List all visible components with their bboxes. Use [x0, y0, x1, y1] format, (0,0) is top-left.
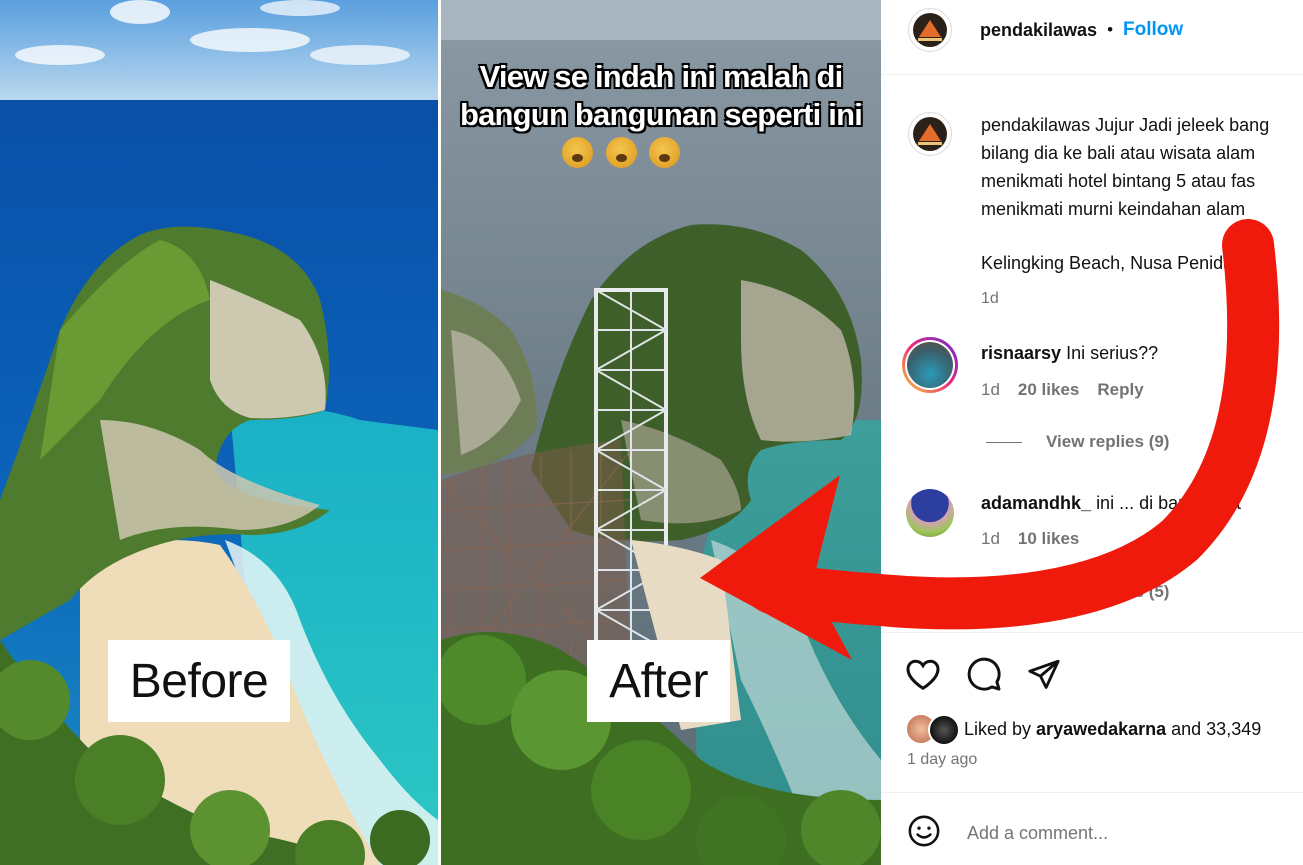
comment-text: Ini serius?? — [1066, 343, 1159, 363]
overlay-caption: View se indah ini malah di bangun bangun… — [441, 58, 881, 134]
caption-location: Kelingking Beach, Nusa Penida, Bali — [981, 253, 1274, 273]
comment-username[interactable]: risnaarsy — [981, 343, 1061, 363]
crying-face-icon — [562, 137, 594, 168]
liked-by-user[interactable]: aryawedakarna — [1036, 719, 1166, 740]
post-header: pendakilawas • Follow — [908, 8, 1183, 52]
after-label: After — [587, 640, 730, 722]
overlay-line-2: bangun bangunan seperti ini — [459, 97, 863, 132]
before-label: Before — [108, 640, 290, 722]
post-media[interactable]: Before View se indah ini malah di bangun… — [0, 0, 881, 865]
view-replies-2[interactable]: View replies (5) — [1046, 582, 1169, 602]
mountain-logo-icon — [913, 117, 947, 151]
header-divider — [881, 74, 1303, 75]
crying-face-icon — [605, 137, 637, 168]
comment-1: risnaarsy Ini serius?? — [981, 343, 1158, 364]
caption-time: 1d — [981, 290, 999, 307]
caption-line: Jujur Jadi jeleek bang — [1095, 115, 1270, 135]
crying-face-icon — [648, 137, 680, 168]
view-replies-label[interactable]: View replies (5) — [1046, 582, 1169, 601]
footer-divider — [881, 792, 1303, 793]
comment-1-meta: 1d 20 likes Reply — [981, 380, 1144, 400]
caption-username[interactable]: pendakilawas — [981, 115, 1090, 135]
liked-by-suffix[interactable]: and 33,349 — [1171, 719, 1261, 740]
comment-2: adamandhk_ ini ... di bangun lift — [981, 493, 1241, 514]
view-replies-label[interactable]: View replies (9) — [1046, 432, 1169, 452]
comment-2-meta: 1d 10 likes — [981, 529, 1079, 549]
comments-divider — [881, 632, 1303, 633]
caption-block: pendakilawas Jujur Jadi jeleek bang bila… — [981, 111, 1303, 313]
header-username[interactable]: pendakilawas — [980, 20, 1097, 41]
comment-likes[interactable]: 20 likes — [1018, 380, 1079, 400]
view-replies-1[interactable]: View replies (9) — [986, 432, 1169, 452]
liker-avatar[interactable] — [928, 714, 960, 746]
commenter-avatar[interactable] — [902, 337, 958, 393]
commenter-avatar[interactable] — [906, 489, 954, 537]
follow-button[interactable]: Follow — [1123, 19, 1183, 41]
liked-by-prefix: Liked by — [964, 718, 1032, 739]
before-photo: Before — [0, 0, 438, 865]
like-icon[interactable] — [903, 654, 943, 694]
caption-line: menikmati murni keindahan alam — [981, 199, 1246, 219]
author-avatar[interactable] — [908, 8, 952, 52]
mountain-logo-icon — [913, 13, 947, 47]
liked-by-row: Liked by aryawedakarna and 33,349 — [906, 714, 1261, 746]
separator-dot: • — [1107, 20, 1114, 39]
comment-time: 1d — [981, 529, 1000, 548]
emoji-icon[interactable] — [905, 812, 943, 850]
comment-likes[interactable]: 10 likes — [1018, 529, 1079, 549]
comment-text: ini ... di bangun lift — [1096, 493, 1242, 513]
reply-button[interactable]: Reply — [1097, 380, 1143, 400]
comment-username[interactable]: adamandhk_ — [981, 493, 1091, 513]
share-icon[interactable] — [1024, 654, 1064, 694]
caption-line: menikmati hotel bintang 5 atau fas — [981, 171, 1256, 191]
emoji-row — [441, 137, 801, 176]
caption-avatar[interactable] — [908, 112, 952, 156]
overlay-line-1: View se indah ini malah di — [479, 59, 844, 94]
comment-time: 1d — [981, 380, 1000, 399]
post-timestamp: 1 day ago — [907, 751, 978, 768]
caption-line: bilang dia ke bali atau wisata alam — [981, 143, 1256, 163]
comment-icon[interactable] — [964, 654, 1004, 694]
add-comment-input[interactable] — [965, 817, 1289, 849]
post-sidebar: pendakilawas • Follow pendakilawas Jujur… — [881, 0, 1303, 865]
